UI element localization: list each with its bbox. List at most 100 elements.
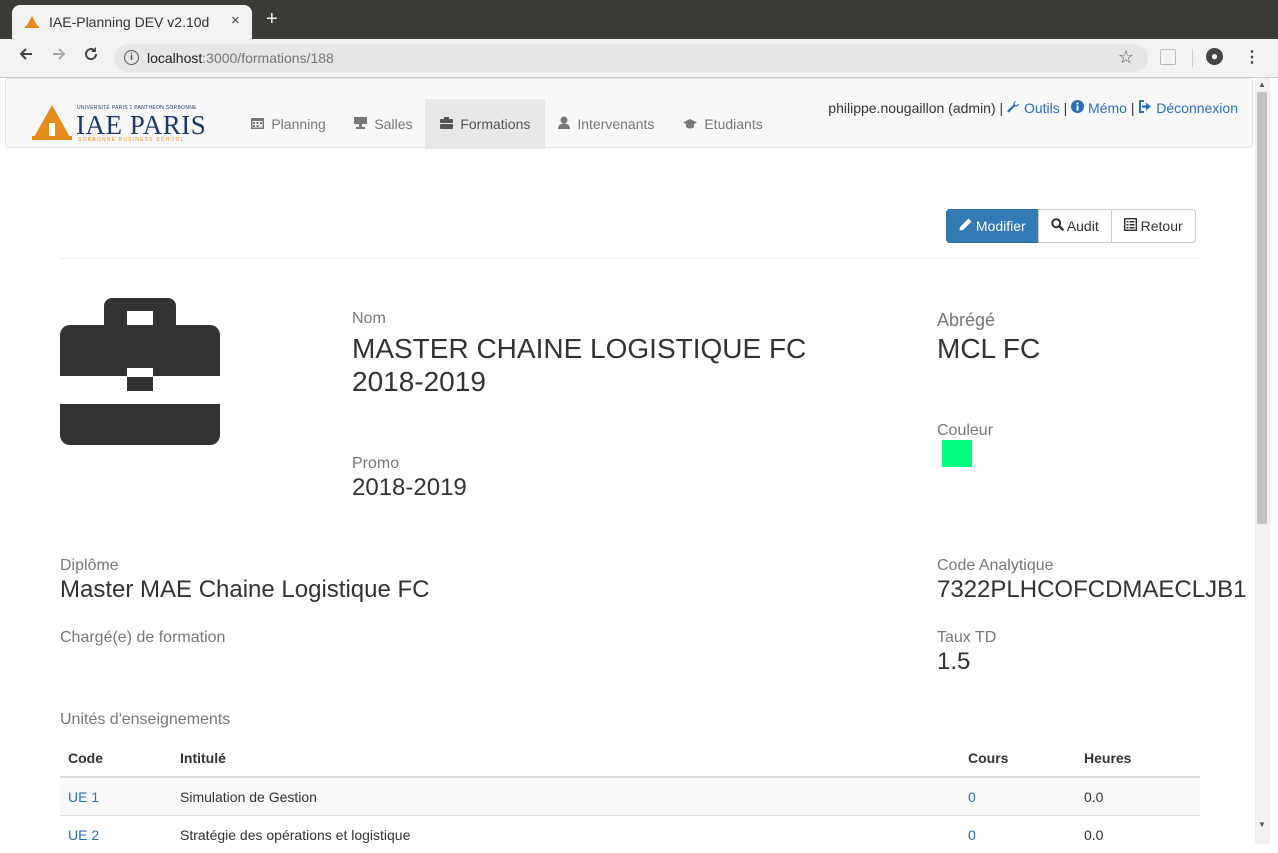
ue-code-cell: UE 1 — [60, 777, 172, 816]
couleur-swatch — [942, 440, 972, 467]
action-button-group: Modifier Audit Retour — [946, 209, 1196, 243]
nav-item-label: Intervenants — [577, 116, 654, 132]
memo-label: Mémo — [1088, 100, 1127, 116]
deconnexion-link[interactable]: Déconnexion — [1138, 100, 1238, 116]
diplome-label: Diplôme — [60, 557, 119, 575]
ue-intitule-cell: Simulation de Gestion — [172, 777, 960, 816]
tab-close-icon[interactable]: × — [231, 12, 240, 29]
column-header-intitule: Intitulé — [172, 740, 960, 777]
tab-title: IAE-Planning DEV v2.10d — [49, 14, 209, 30]
calendar-icon — [251, 118, 267, 132]
code-analytique-value: 7322PLHCOFCDMAECLJB1 — [937, 576, 1246, 604]
pipe-separator: | — [1064, 100, 1068, 116]
url-path: :3000/formations/188 — [202, 50, 334, 66]
profile-avatar-icon[interactable]: ● — [1206, 48, 1223, 65]
ue-cours-link[interactable]: 0 — [968, 827, 976, 843]
ue-code-cell: UE 2 — [60, 816, 172, 853]
outils-link[interactable]: Outils — [1007, 100, 1060, 116]
column-header-code: Code — [60, 740, 172, 777]
table-row: UE 1 Simulation de Gestion 0 0.0 — [60, 777, 1200, 816]
back-arrow-icon[interactable] — [18, 46, 34, 67]
nav-item-formations[interactable]: Formations — [425, 99, 545, 149]
list-alt-icon — [1124, 218, 1137, 234]
promo-value: 2018-2019 — [352, 474, 467, 502]
pipe-separator: | — [1131, 100, 1135, 116]
nom-value-line2: 2018-2019 — [352, 366, 486, 398]
modifier-label: Modifier — [976, 218, 1026, 234]
browser-toolbar: i localhost:3000/formations/188 ☆ — [0, 39, 1278, 78]
browser-tab[interactable]: IAE-Planning DEV v2.10d × — [12, 5, 252, 39]
forward-arrow-icon[interactable] — [51, 46, 67, 67]
scrollbar-thumb[interactable] — [1257, 92, 1267, 524]
ue-code-link[interactable]: UE 1 — [68, 789, 99, 805]
audit-button[interactable]: Audit — [1038, 209, 1112, 243]
column-header-heures: Heures — [1076, 740, 1200, 777]
user-name: philippe.nougaillon (admin) | — [828, 100, 1003, 116]
logo-school-text: SORBONNE BUSINESS SCHOOL — [78, 137, 185, 143]
retour-button[interactable]: Retour — [1111, 209, 1196, 243]
site-info-icon[interactable]: i — [124, 50, 139, 65]
search-icon — [1051, 218, 1064, 234]
user-icon — [558, 118, 573, 132]
nav-item-label: Formations — [460, 116, 530, 132]
graduation-cap-icon — [683, 118, 700, 132]
iae-paris-logo[interactable]: UNIVERSITÉ PARIS 1 PANTHÉON SORBONNE IAE… — [32, 103, 72, 146]
scroll-down-arrow-icon[interactable]: ▼ — [1258, 820, 1266, 829]
formation-briefcase-icon — [60, 298, 220, 450]
ue-intitule-cell: Stratégie des opérations et logistique — [172, 816, 960, 853]
header-divider — [60, 258, 1200, 259]
reload-icon[interactable] — [83, 46, 99, 67]
wrench-icon — [1007, 100, 1024, 116]
easel-icon — [354, 118, 370, 132]
user-menu: philippe.nougaillon (admin) | Outils | M… — [828, 100, 1238, 116]
briefcase-icon — [440, 118, 456, 132]
logout-icon — [1138, 100, 1156, 116]
charge-formation-label: Chargé(e) de formation — [60, 629, 225, 647]
retour-label: Retour — [1141, 218, 1183, 234]
taux-td-label: Taux TD — [937, 629, 996, 647]
nom-value-line1: MASTER CHAINE LOGISTIQUE FC — [352, 333, 806, 365]
nom-label: Nom — [352, 310, 386, 328]
nav-item-label: Planning — [271, 116, 326, 132]
column-header-cours: Cours — [960, 740, 1076, 777]
info-circle-icon — [1071, 100, 1088, 116]
browser-tab-strip: IAE-Planning DEV v2.10d × + — [0, 0, 1278, 39]
abrege-label: Abrégé — [937, 310, 995, 331]
scroll-up-arrow-icon[interactable]: ▲ — [1258, 80, 1266, 89]
deconnexion-label: Déconnexion — [1156, 100, 1238, 116]
modifier-button[interactable]: Modifier — [946, 209, 1039, 243]
nav-item-salles[interactable]: Salles — [339, 99, 427, 149]
ue-code-link[interactable]: UE 2 — [68, 827, 99, 843]
new-tab-icon[interactable]: + — [266, 8, 278, 31]
diplome-value: Master MAE Chaine Logistique FC — [60, 576, 430, 604]
ue-heures-cell: 0.0 — [1076, 777, 1200, 816]
ue-cours-link[interactable]: 0 — [968, 789, 976, 805]
ue-table-header-row: Code Intitulé Cours Heures — [60, 740, 1200, 777]
address-bar[interactable]: i localhost:3000/formations/188 ☆ — [114, 44, 1148, 72]
taux-td-value: 1.5 — [937, 648, 970, 676]
nav-item-label: Salles — [374, 116, 412, 132]
promo-label: Promo — [352, 455, 399, 473]
table-row: UE 2 Stratégie des opérations et logisti… — [60, 816, 1200, 853]
extension-icon[interactable] — [1160, 49, 1176, 65]
memo-link[interactable]: Mémo — [1071, 100, 1127, 116]
nav-item-intervenants[interactable]: Intervenants — [543, 99, 669, 149]
toolbar-separator — [1192, 49, 1193, 67]
outils-label: Outils — [1024, 100, 1060, 116]
code-analytique-label: Code Analytique — [937, 557, 1054, 575]
ue-section-title: Unités d'enseignements — [60, 711, 230, 729]
app-navbar: UNIVERSITÉ PARIS 1 PANTHÉON SORBONNE IAE… — [5, 78, 1253, 148]
nav-item-planning[interactable]: Planning — [236, 99, 341, 149]
nav-item-etudiants[interactable]: Etudiants — [668, 99, 778, 149]
audit-label: Audit — [1067, 218, 1099, 234]
ue-cours-cell: 0 — [960, 816, 1076, 853]
ue-cours-cell: 0 — [960, 777, 1076, 816]
page-scrollbar[interactable]: ▲ ▼ — [1255, 78, 1270, 844]
pencil-icon — [959, 218, 972, 234]
browser-menu-icon[interactable]: ⋮ — [1244, 47, 1260, 67]
ue-table: Code Intitulé Cours Heures UE 1 Simulati… — [60, 740, 1200, 853]
nav-item-label: Etudiants — [704, 116, 762, 132]
logo-roof-icon — [32, 103, 72, 141]
bookmark-star-icon[interactable]: ☆ — [1118, 47, 1134, 68]
iae-favicon-icon — [25, 15, 39, 33]
